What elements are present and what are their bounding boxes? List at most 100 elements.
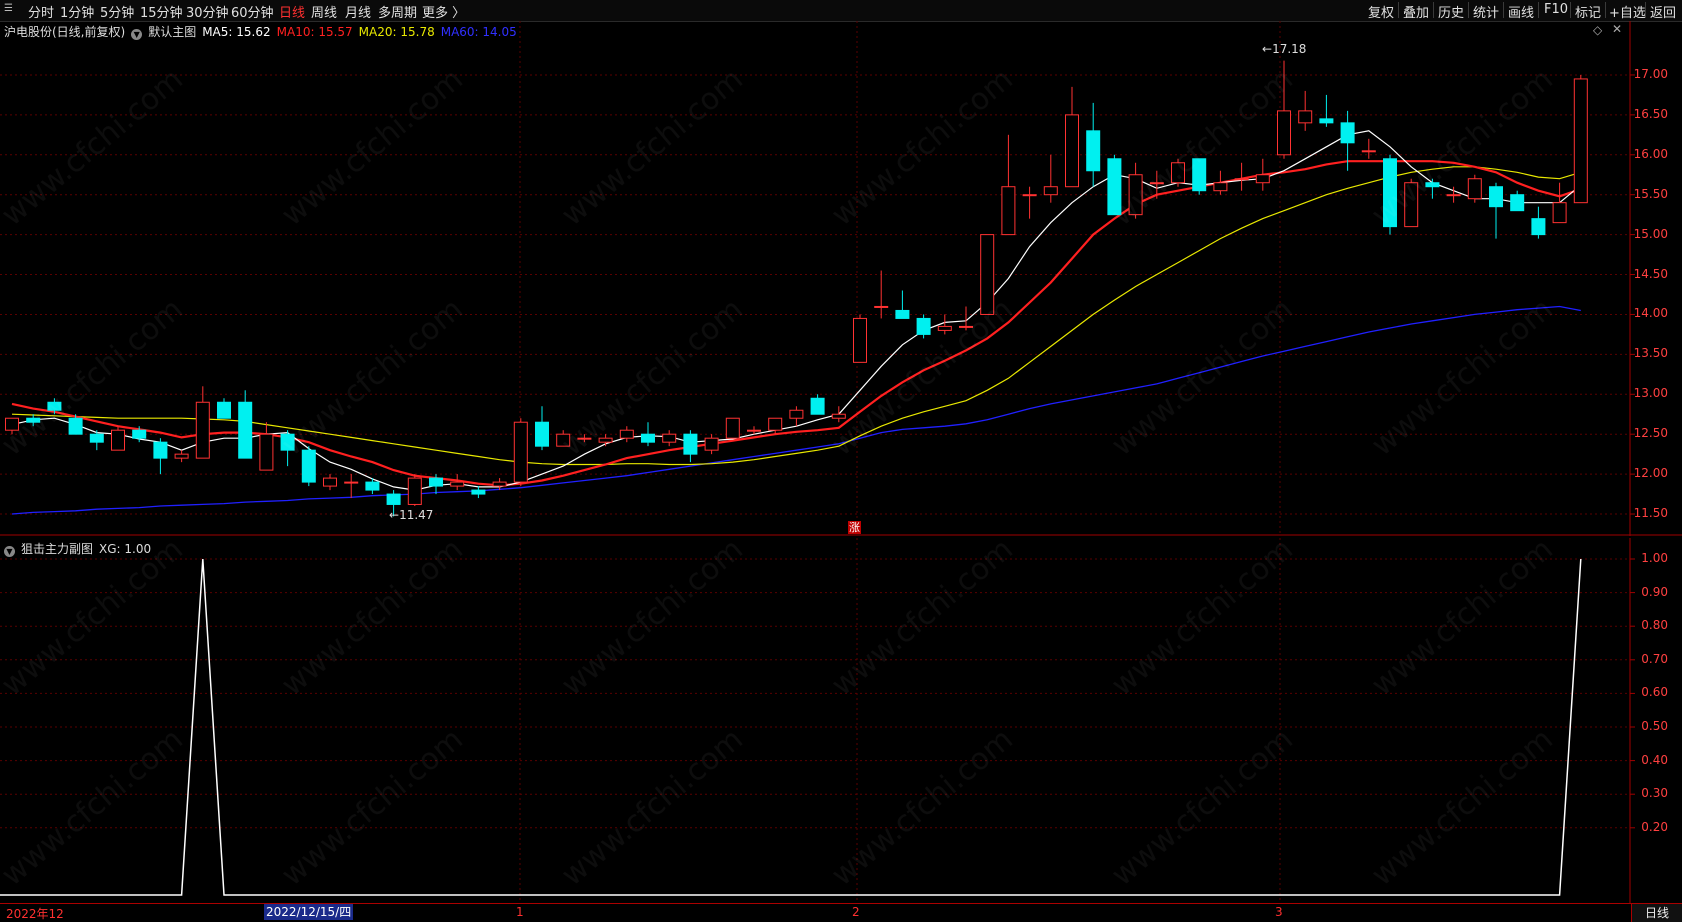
stats-button[interactable]: 统计 [1473,2,1499,21]
y-tick-label: 17.00 [1633,66,1668,81]
candle-body [1234,178,1249,181]
y-tick-label: 11.50 [1633,506,1668,521]
menu-icon[interactable]: ☰ [4,3,14,15]
period-tab[interactable]: 1分钟 [60,2,94,21]
candle-body [280,433,295,451]
candle [1298,90,1313,131]
candle-body [492,481,507,487]
candle-body [1510,194,1525,212]
candle [1255,158,1270,191]
period-tab[interactable]: 30分钟 [186,2,229,21]
divider [1468,2,1469,18]
sub-chart-label[interactable]: 狙击主力副图 [21,542,93,556]
candle-body [195,401,210,459]
x-label: 1 [516,905,524,919]
x-label: 3 [1275,905,1283,919]
candle-body [598,437,613,443]
candle [895,290,910,319]
candle [853,314,867,363]
y-tick-label: 0.30 [1641,786,1668,801]
candle-body [1361,150,1376,153]
candle [280,430,295,467]
ma10-value: MA10: 15.57 [276,25,353,39]
candle-body [810,397,825,415]
x-label: 2022年12 [6,907,64,921]
candle-body [471,489,486,495]
candle-body [789,409,804,419]
candle [641,422,655,447]
cursor-date: 2022/12/15/四 [264,904,354,920]
candle [1319,94,1334,127]
diamond-icon[interactable]: ◇ [1593,23,1602,37]
candle-body [429,477,443,487]
divider [1538,2,1539,18]
candle-body [831,413,846,419]
y-tick-label: 13.00 [1633,386,1668,401]
candle-body [259,433,274,471]
candle [1425,178,1440,199]
period-indicator-button[interactable]: 日线 [1631,903,1682,922]
period-tab[interactable]: 月线 [345,2,371,21]
candle [1404,178,1419,228]
f10-button[interactable]: F10 [1544,2,1568,17]
candle-body [89,433,104,443]
close-icon[interactable]: ✕ [1612,22,1622,36]
overlay-button[interactable]: 叠加 [1403,2,1429,21]
y-tick-label: 0.90 [1641,584,1668,599]
zhang-marker: 涨 [848,521,861,534]
period-tab-active[interactable]: 日线 [279,2,305,21]
main-chart-label[interactable]: 默认主图 [148,25,196,39]
candle [598,434,613,447]
main-candlestick-chart[interactable] [0,21,1682,536]
history-button[interactable]: 历史 [1438,2,1464,21]
period-tab-more[interactable]: 更多 〉 [422,2,465,21]
period-tab[interactable]: 5分钟 [100,2,134,21]
candle-body [132,429,147,439]
candle [1573,74,1588,204]
candle-body [747,429,761,432]
candle [1510,190,1525,212]
xg-value: XG: 1.00 [99,542,152,556]
divider [1570,2,1571,18]
y-tick-label: 0.70 [1641,651,1668,666]
add-watchlist-button[interactable]: +自选 [1609,2,1646,21]
candle-body [1552,202,1567,224]
candle-body [1086,130,1101,172]
y-tick-label: 16.50 [1633,106,1668,121]
candle-body [916,317,931,335]
period-tab[interactable]: 15分钟 [140,2,183,21]
candle-body [704,437,719,451]
candle-body [1255,174,1270,184]
candle-body [980,234,995,315]
candle [323,474,337,491]
period-tab[interactable]: 60分钟 [231,2,274,21]
candle [259,422,274,471]
high-annotation: ←17.18 [1262,42,1307,56]
period-tab[interactable]: 多周期 [378,2,417,21]
candle-body [1213,182,1228,192]
back-button[interactable]: 返回 [1650,2,1676,21]
fuquan-button[interactable]: 复权 [1368,2,1394,21]
divider [1503,2,1504,18]
candle-body [301,449,316,483]
x-axis: 2022年12 2022/12/15/四 1 2 3 [0,903,1682,922]
candle [492,478,507,491]
divider [1645,2,1646,18]
candle [980,234,995,315]
candle [1128,162,1143,219]
draw-button[interactable]: 画线 [1508,2,1534,21]
candle [810,394,825,415]
candle-body [1319,118,1334,124]
y-tick-label: 0.50 [1641,719,1668,733]
period-tab[interactable]: 周线 [311,2,337,21]
divider [1398,2,1399,18]
candle [577,434,592,443]
settings-circle-icon[interactable]: ▼ [4,546,15,557]
mark-button[interactable]: 标记 [1575,2,1601,21]
period-tab[interactable]: 分时 [28,2,54,21]
settings-circle-icon[interactable]: ▼ [131,29,143,40]
sub-indicator-chart[interactable] [0,538,1682,903]
candle-body [1298,110,1313,124]
candle [407,474,422,507]
candle [768,417,783,435]
